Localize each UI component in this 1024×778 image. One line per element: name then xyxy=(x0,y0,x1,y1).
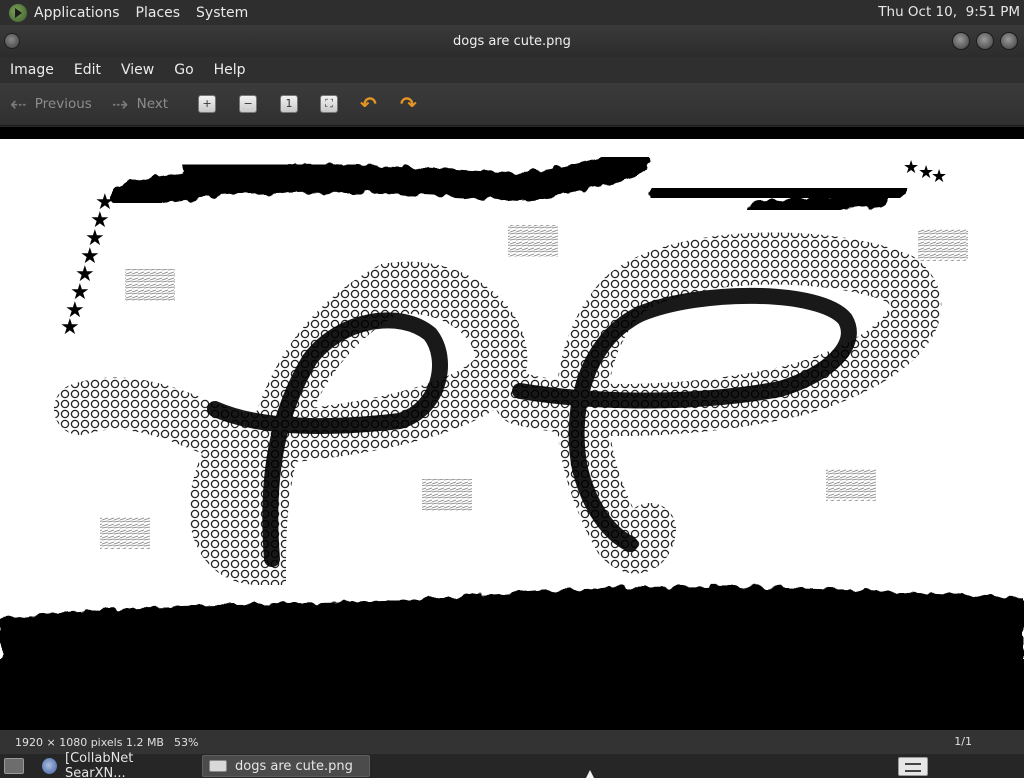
image-viewer-icon xyxy=(209,760,227,772)
taskbar-item-browser[interactable]: [CollabNet SearXN... xyxy=(36,751,196,778)
image-info: 1920 × 1080 pixels 1.2 MB xyxy=(15,735,164,749)
menu-go[interactable]: Go xyxy=(164,62,203,78)
image-view[interactable]: ★ ★ ★ ★ ★ ★ ★ ★ ★ ★ ★ xyxy=(0,127,1024,730)
distro-logo-icon[interactable] xyxy=(9,3,27,22)
previous-button[interactable]: ⇠ Previous xyxy=(10,92,92,116)
taskbar-item-label: dogs are cute.png xyxy=(235,758,353,774)
browser-icon xyxy=(42,758,58,774)
mouse-cursor-icon xyxy=(586,770,594,778)
menu-image[interactable]: Image xyxy=(0,62,64,78)
close-button[interactable] xyxy=(1000,32,1018,50)
zoom-out-icon[interactable]: − xyxy=(239,95,258,113)
zoom-level: 53% xyxy=(173,735,199,749)
menu-help[interactable]: Help xyxy=(204,62,256,78)
toolbar: ⇠ Previous ⇢ Next + − 1 ⛶ ↶ ↷ xyxy=(0,83,1024,126)
painting-image: ★ ★ ★ ★ ★ ★ ★ ★ ★ ★ ★ xyxy=(0,147,1024,715)
svg-text:★: ★ xyxy=(95,190,115,215)
taskbar: [CollabNet SearXN... dogs are cute.png xyxy=(0,751,1024,778)
page-indicator: 1/1 xyxy=(954,735,972,748)
window-titlebar[interactable]: dogs are cute.png xyxy=(0,25,1024,57)
taskbar-item-image-viewer[interactable]: dogs are cute.png xyxy=(202,755,370,777)
previous-label: Previous xyxy=(34,96,92,112)
image-canvas[interactable]: ★ ★ ★ ★ ★ ★ ★ ★ ★ ★ ★ xyxy=(0,139,1024,715)
zoom-fit-icon[interactable]: ⛶ xyxy=(320,95,339,113)
menubar: Image Edit View Go Help xyxy=(0,57,1024,83)
svg-text:★: ★ xyxy=(903,157,919,178)
window-menu-button[interactable] xyxy=(4,33,20,49)
menu-edit[interactable]: Edit xyxy=(64,62,111,78)
next-arrow-icon: ⇢ xyxy=(111,92,129,116)
clock[interactable]: Thu Oct 10, 9:51 PM xyxy=(878,4,1020,20)
places-menu[interactable]: Places xyxy=(128,5,189,21)
svg-text:★: ★ xyxy=(931,166,947,187)
top-panel: Applications Places System Thu Oct 10, 9… xyxy=(0,0,1024,25)
maximize-button[interactable] xyxy=(976,32,994,50)
minimize-button[interactable] xyxy=(952,32,970,50)
window-title: dogs are cute.png xyxy=(453,33,571,49)
zoom-in-icon[interactable]: + xyxy=(198,95,217,113)
zoom-normal-icon[interactable]: 1 xyxy=(280,95,299,113)
keyboard-tray-icon[interactable] xyxy=(898,757,928,776)
system-menu[interactable]: System xyxy=(188,5,256,21)
rotate-right-icon[interactable]: ↷ xyxy=(400,94,420,114)
previous-arrow-icon: ⇠ xyxy=(10,92,27,116)
rotate-left-icon[interactable]: ↶ xyxy=(360,94,380,114)
show-desktop-icon[interactable] xyxy=(4,758,24,774)
menu-view[interactable]: View xyxy=(111,62,164,78)
next-button[interactable]: ⇢ Next xyxy=(112,92,168,116)
next-label: Next xyxy=(136,96,169,112)
applications-menu[interactable]: Applications xyxy=(33,5,128,21)
taskbar-item-label: [CollabNet SearXN... xyxy=(65,751,134,778)
